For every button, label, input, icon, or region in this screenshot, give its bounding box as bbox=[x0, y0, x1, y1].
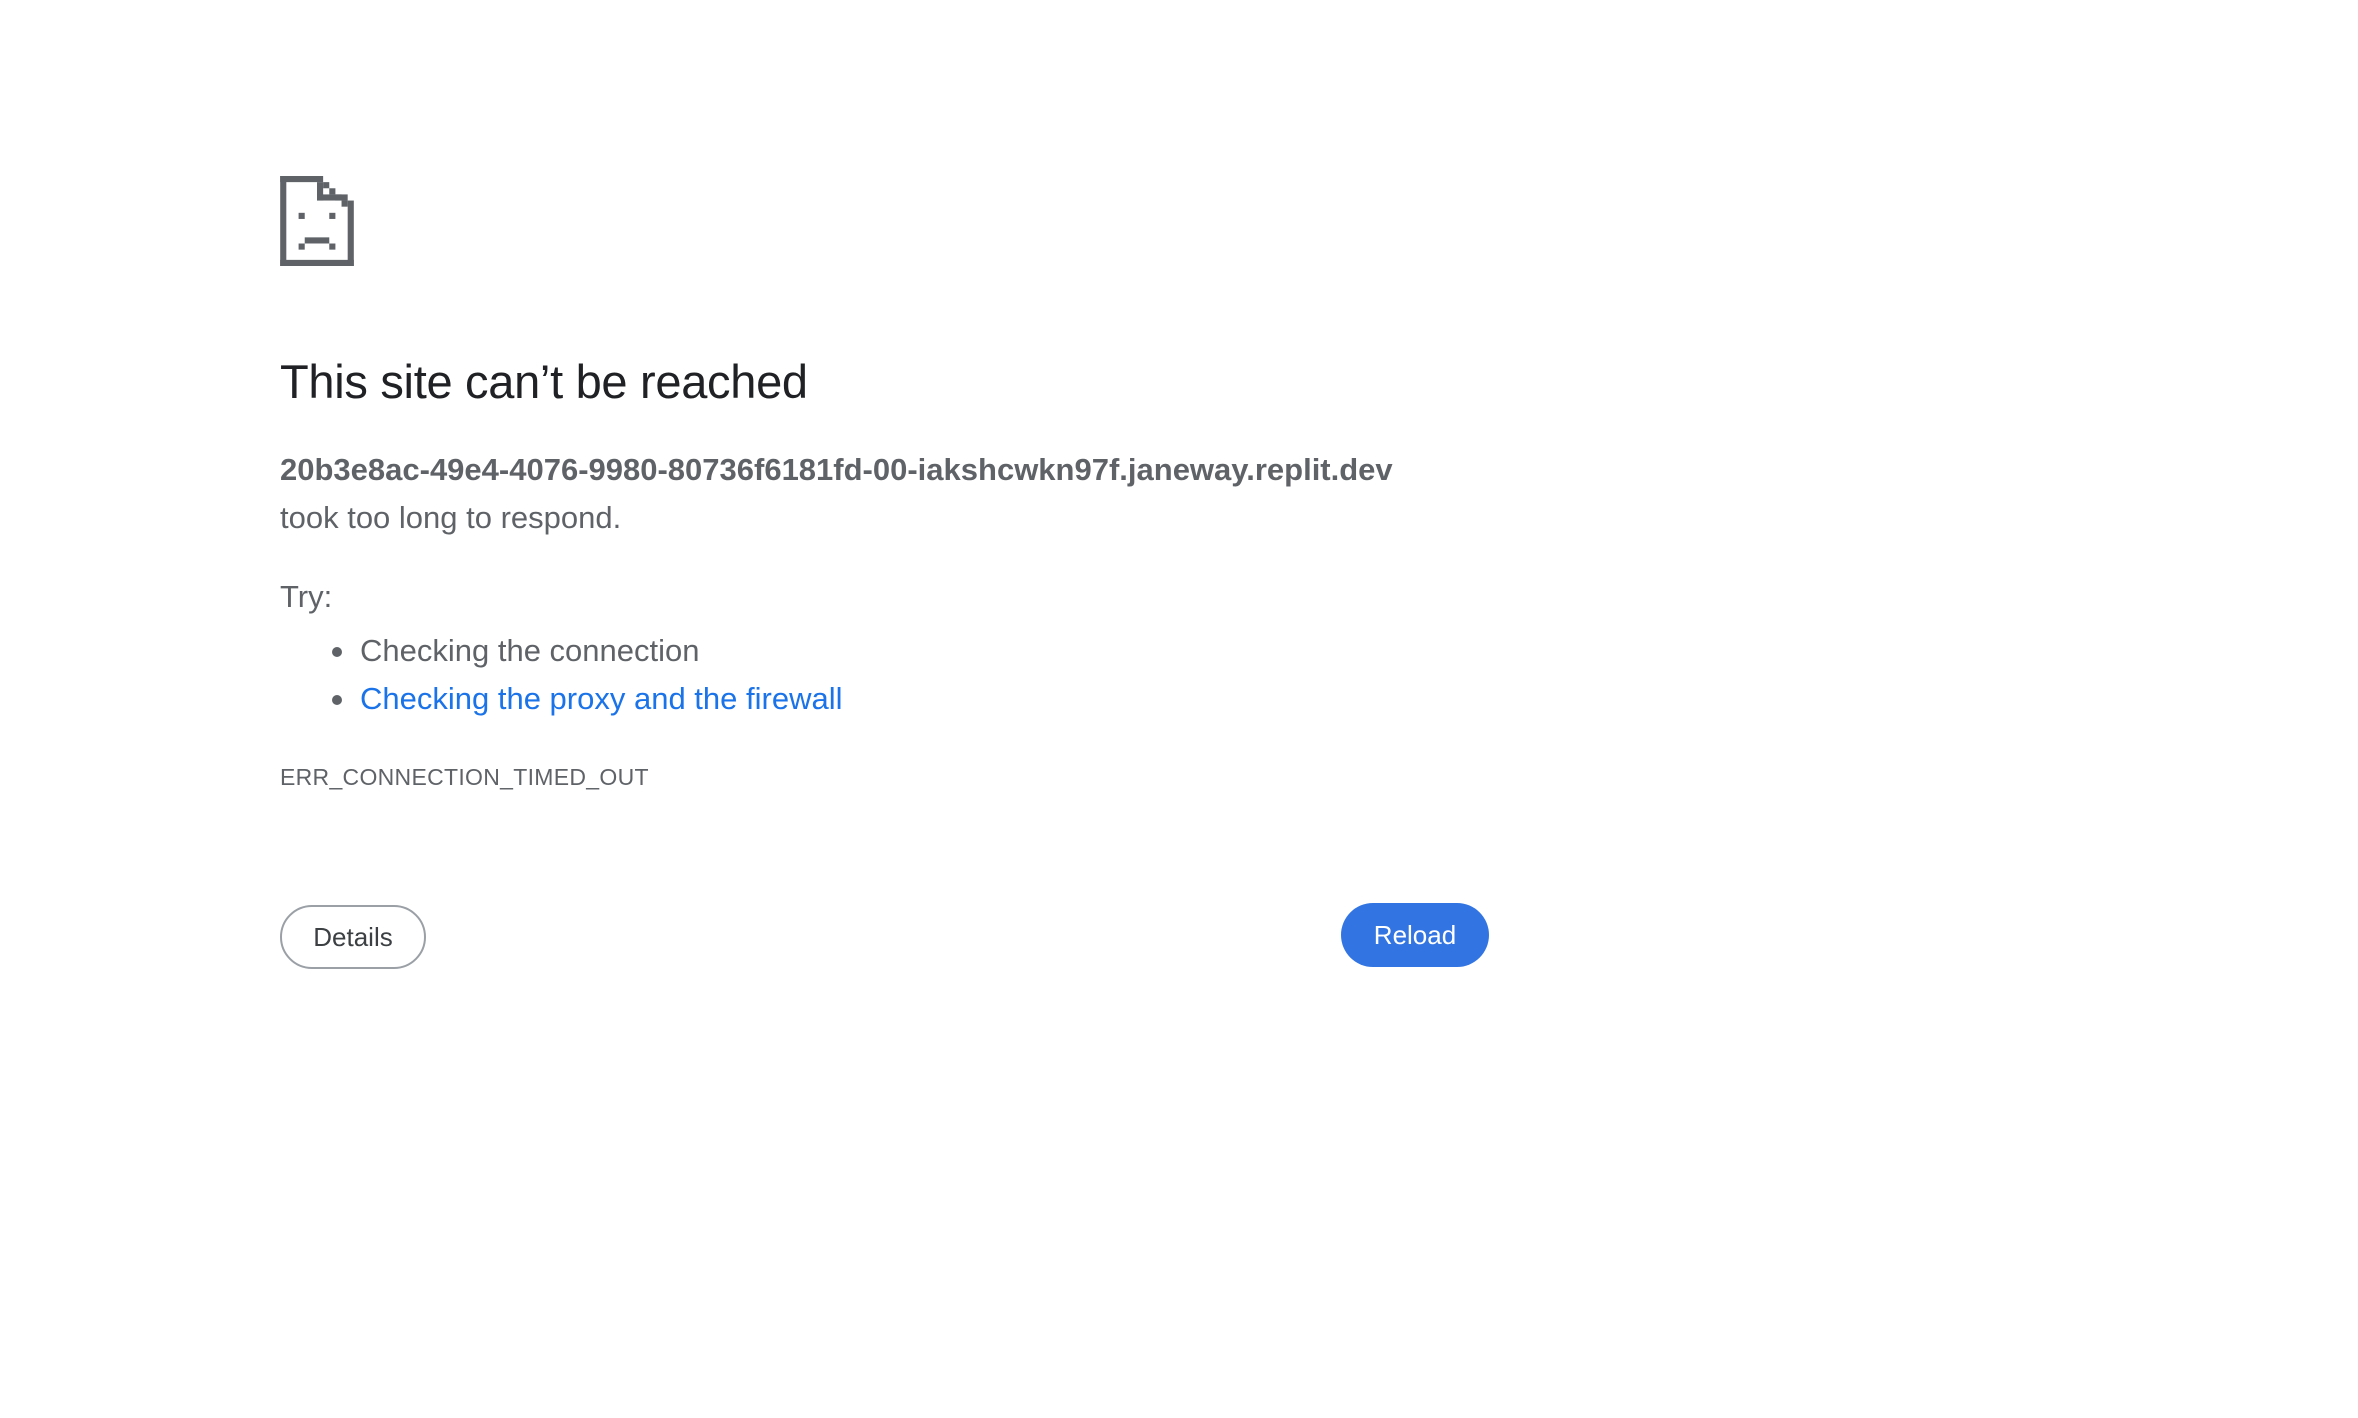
try-label: Try: bbox=[280, 579, 333, 614]
sad-page-icon bbox=[280, 176, 354, 266]
error-code: ERR_CONNECTION_TIMED_OUT bbox=[280, 764, 649, 790]
reload-button[interactable]: Reload bbox=[1341, 903, 1489, 967]
details-button[interactable]: Details bbox=[280, 905, 426, 969]
error-message: took too long to respond. bbox=[280, 500, 622, 535]
suggestion-check-proxy-firewall-link[interactable]: Checking the proxy and the firewall bbox=[360, 681, 842, 716]
error-host: 20b3e8ac-49e4-4076-9980-80736f6181fd-00-… bbox=[280, 452, 1393, 487]
suggestion-list: Checking the connection Checking the pro… bbox=[280, 627, 842, 723]
suggestion-item: Checking the proxy and the firewall bbox=[280, 675, 842, 723]
suggestion-item: Checking the connection bbox=[280, 627, 842, 675]
suggestion-check-connection: Checking the connection bbox=[360, 633, 700, 668]
bullet-icon bbox=[332, 647, 342, 657]
page-title: This site can’t be reached bbox=[280, 355, 808, 408]
bullet-icon bbox=[332, 695, 342, 705]
